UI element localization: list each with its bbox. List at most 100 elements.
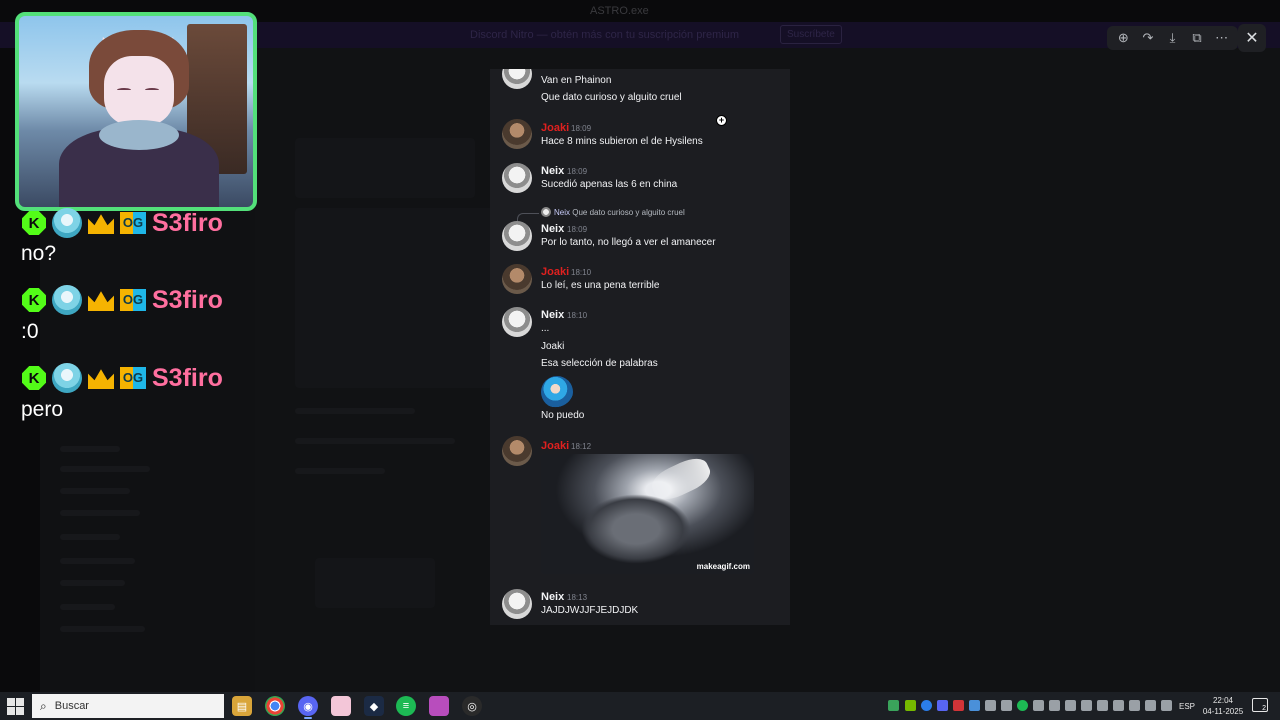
- tray-icon[interactable]: [1033, 700, 1044, 711]
- chat-app-icon[interactable]: [429, 696, 449, 716]
- gif-watermark: makeagif.com: [696, 562, 750, 571]
- user-avatar-badge-icon: [52, 285, 82, 315]
- message-line: Joaki: [541, 341, 565, 352]
- stream-chat-username: S3firo: [152, 208, 223, 237]
- taskbar-search[interactable]: ⌕: [32, 694, 224, 718]
- open-external-icon[interactable]: ⧉: [1187, 28, 1207, 48]
- message-time: 18:09: [567, 225, 588, 234]
- background-banner-text: Discord Nitro — obtén más con tu suscrip…: [470, 29, 739, 41]
- message-time: 18:13: [567, 593, 588, 602]
- message-author: Joaki: [541, 122, 570, 134]
- notifications-icon[interactable]: 2: [1252, 698, 1268, 712]
- message-author: Neix: [541, 591, 565, 603]
- discord-tray-icon[interactable]: [937, 700, 948, 711]
- avatar: [502, 69, 532, 89]
- chat-panel: Van en Phainon Que dato curioso y alguit…: [490, 69, 790, 625]
- avatar: [502, 307, 532, 337]
- image-app-icon[interactable]: [331, 696, 351, 716]
- download-icon[interactable]: ⤓: [1162, 28, 1182, 48]
- crown-badge-icon: [88, 291, 114, 311]
- message-time: 18:10: [571, 268, 592, 277]
- message-line: Que dato curioso y alguito cruel: [541, 92, 682, 103]
- search-icon: ⌕: [40, 698, 47, 713]
- discord-icon[interactable]: ◉: [298, 696, 318, 719]
- message-line: JAJDJWJJFJEJDJDK: [541, 605, 639, 616]
- message-line: Sucedió apenas las 6 en china: [541, 179, 678, 190]
- speaker-icon[interactable]: [1161, 700, 1172, 711]
- message-line: ...: [541, 323, 550, 334]
- message-time: 18:09: [567, 167, 588, 176]
- nvidia-icon[interactable]: [905, 700, 916, 711]
- clock-date: 04-11-2025: [1202, 707, 1244, 716]
- avatar: [502, 221, 532, 251]
- stream-chat-message: :0: [21, 320, 39, 343]
- tray-icon[interactable]: [1049, 700, 1060, 711]
- stream-chat-username: S3firo: [152, 285, 223, 314]
- streaming-app-icon[interactable]: ◆: [364, 696, 384, 716]
- streamer-webcam: [15, 12, 257, 211]
- background-banner-button: Suscríbete: [780, 25, 842, 44]
- crown-badge-icon: [88, 214, 114, 234]
- screen: ASTRO.exe Discord Nitro — obtén más con …: [0, 0, 1280, 692]
- tray-icon[interactable]: [1081, 700, 1092, 711]
- stream-chat-message: pero: [21, 398, 64, 421]
- message-line: Esa selección de palabras: [541, 358, 658, 369]
- reply-avatar: [541, 207, 551, 217]
- search-input[interactable]: [54, 700, 205, 712]
- spotify-tray-icon[interactable]: [1017, 700, 1028, 711]
- kick-badge-icon: K: [22, 288, 46, 312]
- bluetooth-icon[interactable]: [921, 700, 932, 711]
- stream-chat-header: K OG S3firo: [22, 285, 223, 315]
- message-line: No puedo: [541, 410, 585, 421]
- zoom-icon[interactable]: ⊕: [1113, 28, 1133, 48]
- message-author: Neix: [541, 309, 565, 321]
- network-icon[interactable]: [1145, 700, 1156, 711]
- custom-emoji: [541, 376, 573, 408]
- clock-time: 22:04: [1212, 696, 1234, 705]
- image-viewer-toolbar: ⊕ ↷ ⤓ ⧉ ⋯: [1107, 26, 1238, 50]
- spotify-icon[interactable]: ≡: [396, 696, 416, 716]
- forward-icon[interactable]: ↷: [1138, 28, 1158, 48]
- reply-preview[interactable]: Neix Que dato curioso y alguito cruel: [554, 208, 685, 217]
- kick-badge-icon: K: [22, 211, 46, 235]
- usb-icon[interactable]: [985, 700, 996, 711]
- message-line: Hace 8 mins subieron el de Hysilens: [541, 136, 703, 147]
- og-badge-icon: OG: [120, 367, 146, 389]
- message-author: Joaki: [541, 266, 570, 278]
- gif-image[interactable]: makeagif.com: [541, 454, 754, 574]
- reply-connector: [517, 213, 539, 221]
- file-explorer-icon[interactable]: ▤: [232, 696, 252, 716]
- more-icon[interactable]: ⋯: [1212, 28, 1232, 48]
- stream-chat-message: no?: [21, 242, 57, 265]
- stream-chat-username: S3firo: [152, 363, 223, 392]
- tray-icon[interactable]: [1097, 700, 1108, 711]
- message-author: Neix: [541, 165, 565, 177]
- volume-icon[interactable]: [1113, 700, 1124, 711]
- user-avatar-badge-icon: [52, 208, 82, 238]
- close-icon[interactable]: ✕: [1238, 24, 1266, 52]
- app-tray-icon[interactable]: [953, 700, 964, 711]
- avatar: [502, 589, 532, 619]
- cursor-icon: +: [716, 115, 727, 126]
- tray-icon[interactable]: [888, 700, 899, 711]
- message-time: 18:10: [567, 311, 588, 320]
- og-badge-icon: OG: [120, 212, 146, 234]
- chrome-icon[interactable]: [265, 696, 285, 716]
- obs-icon[interactable]: ◎: [462, 696, 482, 716]
- grid-tray-icon[interactable]: [969, 700, 980, 711]
- tray-icon[interactable]: [1129, 700, 1140, 711]
- monitor-icon[interactable]: [1001, 700, 1012, 711]
- taskbar: ⌕ ▤ ◉ ◆ ≡ ◎: [0, 692, 1280, 720]
- microphone-icon[interactable]: [1065, 700, 1076, 711]
- message-author: Joaki: [541, 440, 570, 452]
- kick-badge-icon: K: [22, 366, 46, 390]
- og-badge-icon: OG: [120, 289, 146, 311]
- taskbar-clock[interactable]: 22:04 04-11-2025: [1198, 695, 1248, 717]
- avatar: [502, 264, 532, 294]
- message-time: 18:09: [571, 124, 592, 133]
- windows-start-icon[interactable]: [4, 696, 26, 716]
- avatar: [502, 119, 532, 149]
- background-window-title: ASTRO.exe: [590, 5, 649, 17]
- message-author: Neix: [541, 223, 565, 235]
- language-indicator[interactable]: ESP: [1179, 702, 1195, 711]
